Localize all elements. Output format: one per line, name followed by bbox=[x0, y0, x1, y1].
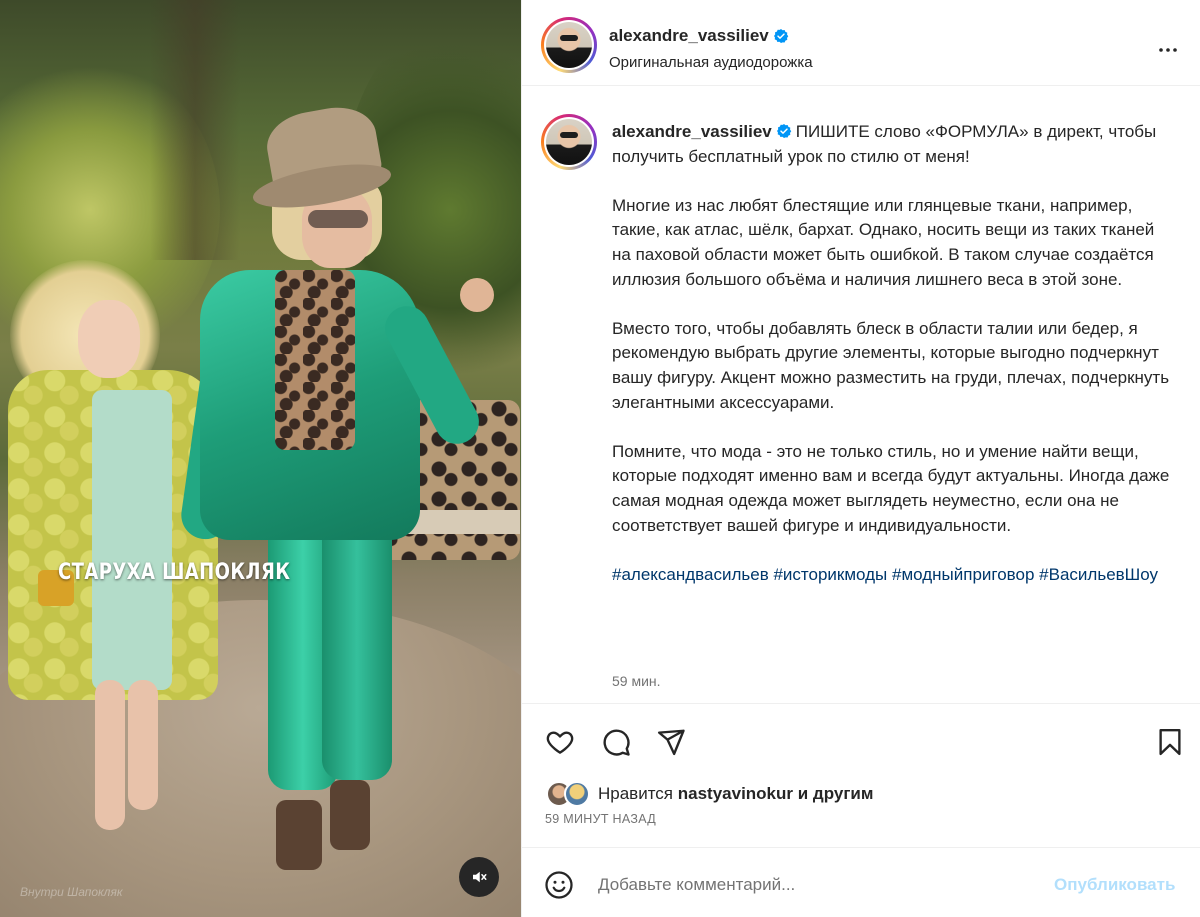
likes-summary: Нравится nastyavinokur и другим bbox=[546, 779, 873, 809]
bookmark-icon bbox=[1159, 728, 1181, 756]
hashtag-link[interactable]: #александвасильев bbox=[612, 565, 769, 584]
verified-badge-icon bbox=[773, 29, 789, 43]
like-button[interactable] bbox=[543, 725, 577, 759]
emoji-icon bbox=[545, 871, 573, 899]
author-username-link[interactable]: alexandre_vassiliev bbox=[609, 26, 769, 46]
liker-username-link[interactable]: nastyavinokur bbox=[678, 784, 793, 803]
comment-input[interactable] bbox=[598, 870, 1038, 900]
caption-text-block: alexandre_vassiliev ПИШИТЕ слово «ФОРМУЛ… bbox=[612, 120, 1172, 587]
more-options-icon bbox=[1159, 48, 1177, 52]
speaker-muted-icon bbox=[473, 871, 487, 883]
comment-composer: Опубликовать bbox=[522, 847, 1200, 917]
author-avatar[interactable] bbox=[541, 17, 597, 73]
caption-author-username[interactable]: alexandre_vassiliev bbox=[612, 122, 772, 141]
caption-timestamp[interactable]: 59 мин. bbox=[612, 673, 661, 689]
woman-figure bbox=[178, 70, 520, 890]
publish-comment-button[interactable]: Опубликовать bbox=[1054, 875, 1175, 895]
emoji-button[interactable] bbox=[543, 869, 575, 901]
heart-icon bbox=[546, 731, 574, 754]
post-side-panel: alexandre_vassiliev Оригинальная аудиодо… bbox=[521, 0, 1200, 917]
video-caption-text: СТАРУХА ШАПОКЛЯК bbox=[58, 560, 291, 585]
likes-text: Нравится nastyavinokur и другим bbox=[598, 784, 873, 804]
original-audio-link[interactable]: Оригинальная аудиодорожка bbox=[609, 54, 813, 71]
likes-prefix: Нравится bbox=[598, 784, 674, 803]
caption-paragraph: Вместо того, чтобы добавлять блеск в обл… bbox=[612, 318, 1170, 412]
liker-avatar[interactable] bbox=[564, 781, 590, 807]
mute-toggle-button[interactable] bbox=[459, 857, 499, 897]
post-caption-area: alexandre_vassiliev ПИШИТЕ слово «ФОРМУЛ… bbox=[522, 87, 1200, 702]
caption-paragraph: Помните, что мода - это не только стиль,… bbox=[612, 441, 1170, 535]
comment-button[interactable] bbox=[599, 725, 633, 759]
share-icon bbox=[657, 729, 685, 756]
video-watermark: Внутри Шапокляк bbox=[20, 885, 123, 899]
share-button[interactable] bbox=[654, 725, 688, 759]
hashtag-list: #александвасильев #историкмоды #модныйпр… bbox=[612, 563, 1172, 588]
hashtag-link[interactable]: #модныйприговор bbox=[892, 565, 1034, 584]
post-media-video[interactable]: СТАРУХА ШАПОКЛЯК Внутри Шапокляк bbox=[0, 0, 521, 917]
author-name-row: alexandre_vassiliev bbox=[609, 26, 789, 46]
post-action-bar bbox=[522, 703, 1200, 775]
caption-author-avatar[interactable] bbox=[541, 114, 597, 170]
hashtag-link[interactable]: #историкмоды bbox=[773, 565, 887, 584]
likes-others-link[interactable]: и другим bbox=[798, 784, 874, 803]
post-time-ago[interactable]: 59 МИНУТ НАЗАД bbox=[545, 812, 656, 826]
caption-paragraph: Многие из нас любят блестящие или глянце… bbox=[612, 195, 1155, 289]
comment-icon bbox=[603, 729, 630, 756]
verified-badge-icon bbox=[776, 124, 792, 138]
post-header: alexandre_vassiliev Оригинальная аудиодо… bbox=[522, 0, 1200, 86]
more-options-button[interactable] bbox=[1154, 36, 1182, 64]
hashtag-link[interactable]: #ВасильевШоу bbox=[1039, 565, 1158, 584]
caption-lead: alexandre_vassiliev ПИШИТЕ слово «ФОРМУЛ… bbox=[612, 120, 1172, 169]
save-button[interactable] bbox=[1153, 725, 1187, 759]
